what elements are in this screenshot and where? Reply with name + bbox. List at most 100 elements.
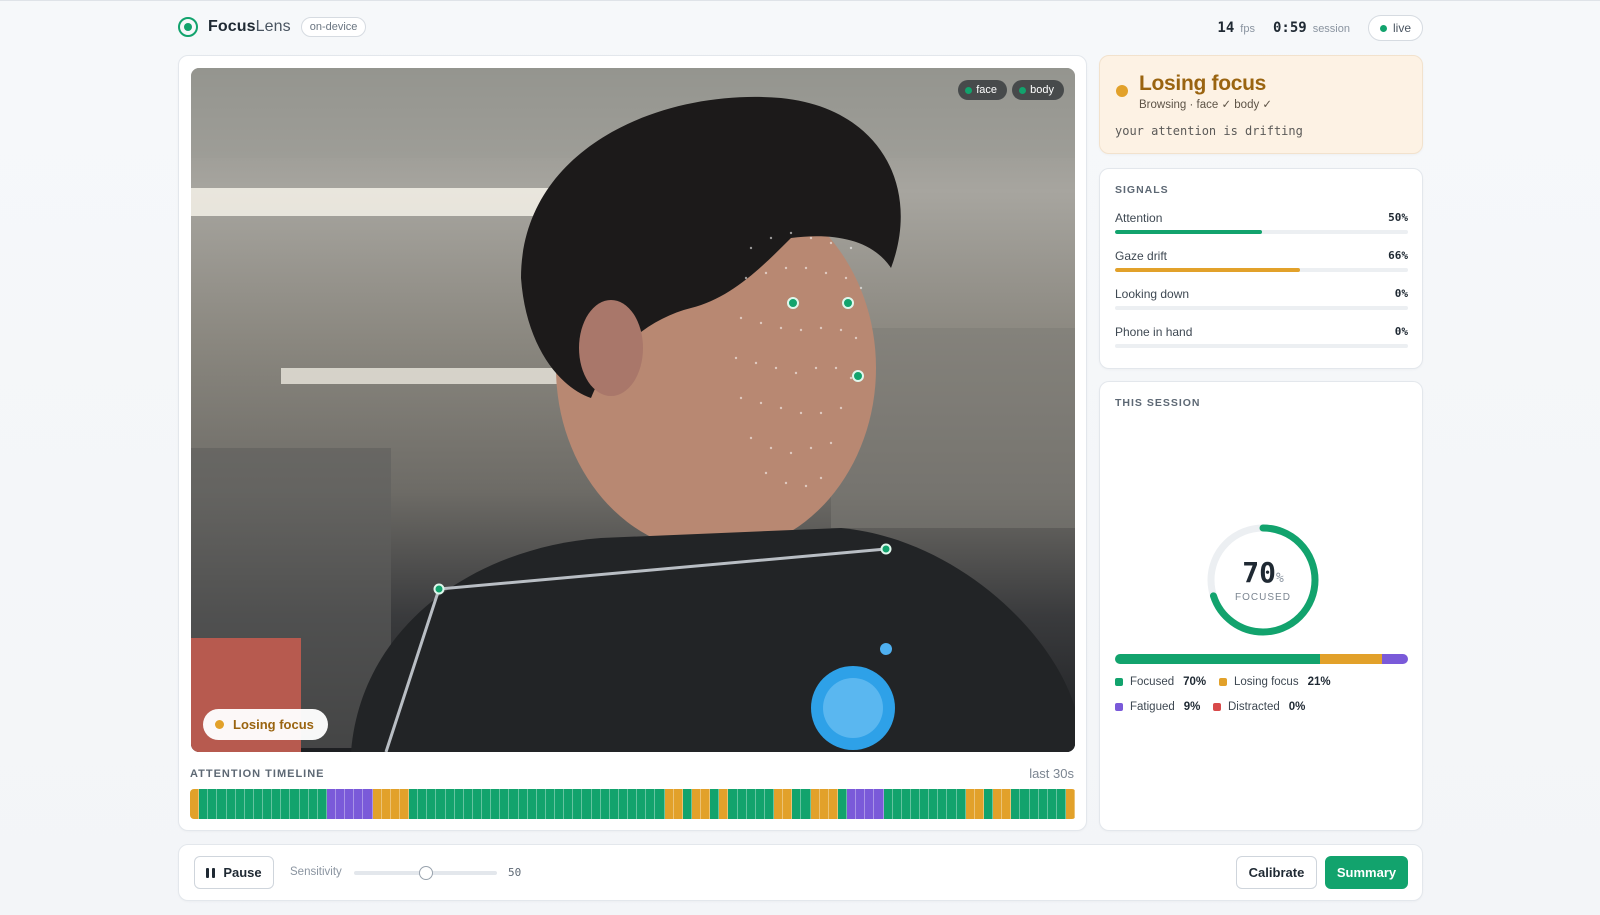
timeline-segment: [263, 789, 273, 819]
timeline-segment: [965, 789, 975, 819]
timeline-segment: [326, 789, 336, 819]
top-bar: FocusLens on-device 14 fps 0:59 session li…: [178, 15, 1423, 45]
legend-focused: Focused 70%: [1115, 676, 1219, 688]
session-card: THIS SESSION 70% FOCUSED Focused 70% Losi…: [1099, 381, 1423, 831]
legend-distracted: Distracted 0%: [1213, 701, 1305, 713]
calibrate-button[interactable]: Calibrate: [1236, 856, 1317, 889]
timeline-segment: [774, 789, 784, 819]
timeline-segment: [244, 789, 254, 819]
timeline-segment: [472, 789, 482, 819]
app-name: FocusLens: [208, 18, 291, 35]
timeline-segment: [491, 789, 501, 819]
pause-button[interactable]: Pause: [194, 856, 274, 889]
timeline-segment: [810, 789, 820, 819]
status-message: your attention is drifting: [1115, 124, 1303, 138]
sensitivity-value: 50: [508, 866, 522, 879]
focused-label: FOCUSED: [1235, 592, 1291, 603]
timeline-segment: [947, 789, 957, 819]
timeline-segment: [764, 789, 774, 819]
timeline-segment: [208, 789, 218, 819]
signal-looking-down: Looking down 0%: [1115, 287, 1408, 310]
timeline-segment: [527, 789, 537, 819]
timeline-segment: [837, 789, 847, 819]
legend-row-2: Fatigued 9% Distracted 0%: [1115, 701, 1305, 713]
timeline-segment: [545, 789, 555, 819]
body-status-dot-icon: [1019, 86, 1027, 94]
timeline-segment: [299, 789, 309, 819]
timeline-segment: [573, 789, 583, 819]
timeline-segment: [746, 789, 756, 819]
timeline-segment: [682, 789, 692, 819]
timeline-segment: [1066, 789, 1076, 819]
session-timer: 0:59 session: [1272, 20, 1350, 36]
signals-title: SIGNALS: [1115, 184, 1169, 196]
timeline-segment: [500, 789, 510, 819]
sensitivity-slider[interactable]: [354, 866, 497, 880]
breakdown-segment: [1381, 654, 1408, 664]
timeline-segment: [993, 789, 1003, 819]
timeline-segment: [801, 789, 811, 819]
timeline-segment: [390, 789, 400, 819]
timeline-segment: [253, 789, 263, 819]
on-device-badge: on-device: [300, 17, 367, 37]
legend-losing-focus: Losing focus 21%: [1219, 676, 1331, 688]
timeline-segment: [381, 789, 391, 819]
timeline-segment: [956, 789, 966, 819]
timeline-segment: [427, 789, 437, 819]
state-dot-icon: [215, 720, 224, 729]
timeline-range: last 30s: [1029, 766, 1074, 781]
timeline-segment: [828, 789, 838, 819]
focused-percent: 70%: [1242, 556, 1284, 589]
slider-thumb[interactable]: [418, 866, 433, 880]
timeline-segment: [336, 789, 346, 819]
face-status-dot-icon: [965, 86, 973, 94]
timeline-segment: [454, 789, 464, 819]
timeline-segment: [691, 789, 701, 819]
timeline-segment: [910, 789, 920, 819]
timeline-segment: [664, 789, 674, 819]
timeline-segment: [701, 789, 711, 819]
focus-target-icon: [178, 17, 198, 37]
timeline-segment: [819, 789, 829, 819]
timeline-segment: [856, 789, 866, 819]
timeline-segment: [308, 789, 318, 819]
live-indicator: live: [1367, 15, 1423, 41]
timeline-segment: [1038, 789, 1048, 819]
body-tracking-chip: body: [1012, 80, 1064, 100]
timeline-segment: [272, 789, 282, 819]
live-dot-icon: [1379, 24, 1387, 32]
webcam-scene: [191, 68, 1075, 752]
timeline-segment: [938, 789, 948, 819]
timeline-segment: [345, 789, 355, 819]
timeline-segment: [354, 789, 364, 819]
timeline-segment: [372, 789, 382, 819]
controls-bar: Pause Sensitivity 50 Calibrate Summary: [178, 844, 1423, 901]
timeline-segment: [920, 789, 930, 819]
timeline-title: ATTENTION TIMELINE: [190, 768, 325, 780]
timeline-segment: [1020, 789, 1030, 819]
legend-row-1: Focused 70% Losing focus 21%: [1115, 676, 1331, 688]
brand: FocusLens on-device: [178, 17, 367, 37]
timeline-segment: [1047, 789, 1057, 819]
webcam-feed: face body Losing focus: [191, 68, 1075, 752]
timeline-segment: [618, 789, 628, 819]
timeline-segment: [1002, 789, 1012, 819]
breakdown-segment: [1115, 654, 1321, 664]
timeline-segment: [1011, 789, 1021, 819]
timeline-segment: [710, 789, 720, 819]
timeline-segment: [363, 789, 373, 819]
timeline-segment: [637, 789, 647, 819]
timeline-segment: [901, 789, 911, 819]
summary-button[interactable]: Summary: [1325, 856, 1408, 889]
timeline-segment: [892, 789, 902, 819]
sensitivity-label: Sensitivity: [290, 866, 342, 878]
timeline-segment: [482, 789, 492, 819]
attention-timeline: [190, 789, 1076, 819]
signal-attention: Attention 50%: [1115, 211, 1408, 234]
breakdown-segment: [1320, 654, 1382, 664]
timeline-segment: [418, 789, 428, 819]
timeline-segment: [983, 789, 993, 819]
timeline-segment: [226, 789, 236, 819]
timeline-segment: [436, 789, 446, 819]
camera-panel: face body Losing focus ATTENTION TIMELIN…: [178, 55, 1087, 831]
